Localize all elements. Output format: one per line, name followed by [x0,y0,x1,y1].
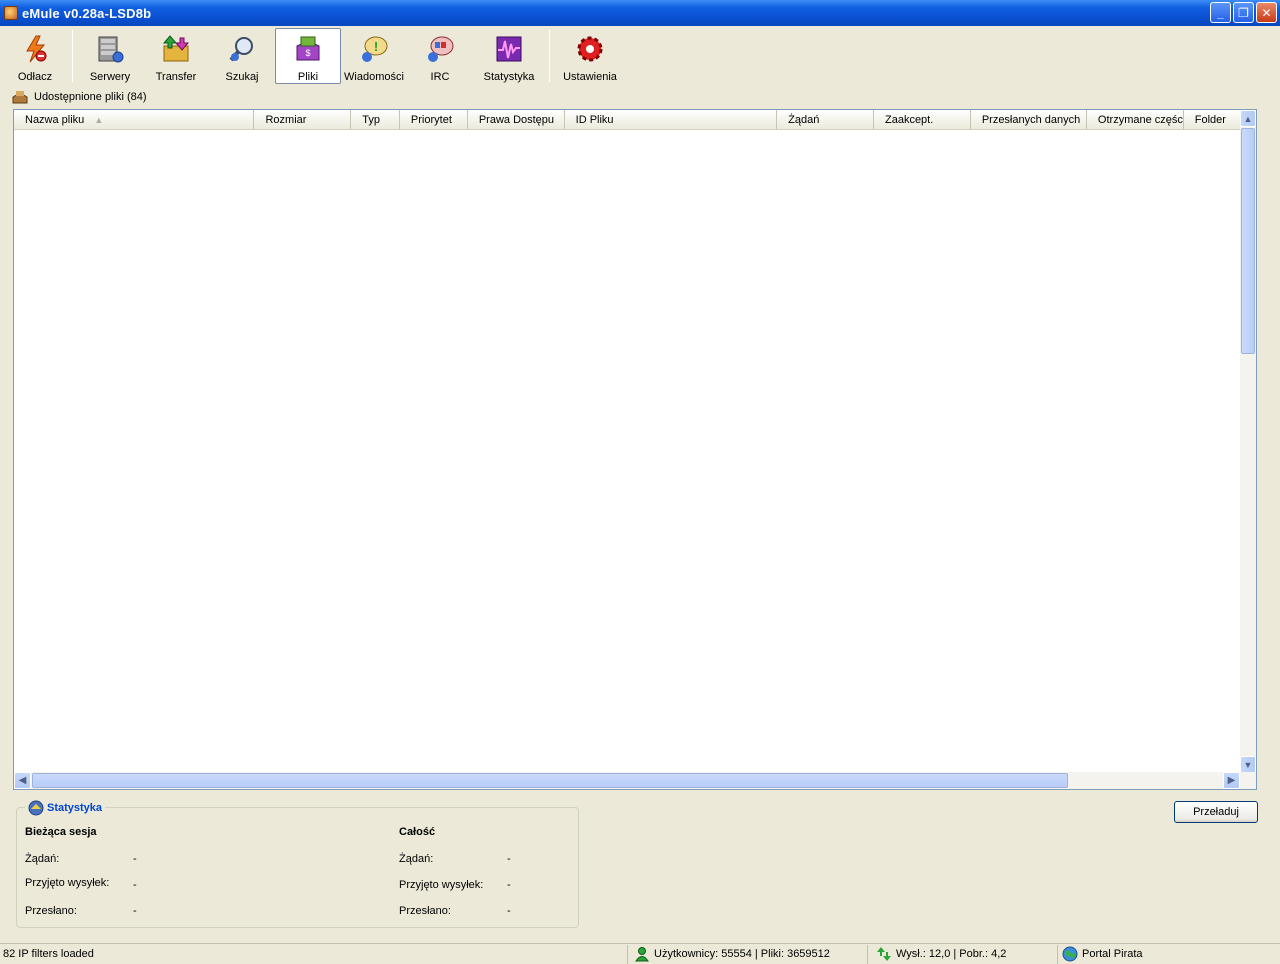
transfer-icon [160,33,192,65]
column-header-permissions[interactable]: Prawa Dostępu [468,110,565,129]
status-users-pane: Użytkownicy: 55554 | Pliki: 3659512 [628,944,868,964]
vertical-scrollbar[interactable]: ▲ ▼ [1240,110,1256,773]
session-transferred-value: - [133,905,137,917]
status-log[interactable]: 82 IP filters loaded [0,944,628,964]
session-heading: Bieżąca sesja [25,826,97,838]
column-header-accepted[interactable]: Zaakcept. [874,110,971,129]
scroll-right-arrow-icon[interactable]: ▶ [1223,772,1240,789]
search-icon [226,33,258,65]
toolbar-separator [549,30,550,82]
vertical-scroll-thumb[interactable] [1241,128,1255,354]
column-header-type[interactable]: Typ [351,110,400,129]
scroll-up-arrow-icon[interactable]: ▲ [1240,110,1256,127]
reload-button[interactable]: Przeładuj [1174,801,1258,823]
toolbar-disconnect-button[interactable]: Odłacz [2,28,68,84]
toolbar-shared-files-button[interactable]: $ Pliki [275,28,341,84]
close-button[interactable]: ✕ [1256,2,1277,23]
column-label: Nazwa pliku [25,114,85,126]
server-globe-icon [1062,946,1078,962]
toolbar-messages-button[interactable]: ! Wiadomości [341,28,407,84]
emule-app-icon [4,6,18,20]
scroll-left-arrow-icon[interactable]: ◀ [14,772,31,789]
toolbar-irc-button[interactable]: IRC [407,28,473,84]
status-server-pane: Portal Pirata [1058,945,1280,964]
toolbar-label: Transfer [155,71,197,83]
statistics-group: Statystyka Bieżąca sesja Żądań: - Przyję… [16,800,579,928]
shared-files-count-label: Udostępnione pliki (84) [34,91,147,103]
toolbar-servers-button[interactable]: Serwery [77,28,143,84]
shared-files-list[interactable]: Nazwa pliku ▲ Rozmiar Typ Priorytet Praw… [13,109,1257,790]
window-title: eMule v0.28a-LSD8b [22,5,152,21]
statistics-small-icon [28,800,44,816]
statistics-title: Statystyka [47,802,103,814]
total-heading: Całość [399,826,436,838]
total-requests-value: - [507,853,511,865]
toolbar-transfer-button[interactable]: Transfer [143,28,209,84]
minimize-button[interactable]: _ [1210,2,1231,23]
toolbar-label: IRC [430,71,450,83]
messages-icon: ! [358,33,390,65]
session-requests-label: Żądań: [25,853,60,865]
statistics-icon [493,33,525,65]
toolbar-search-button[interactable]: Szukaj [209,28,275,84]
status-users-text: Użytkownicy: 55554 | Pliki: 3659512 [654,948,830,960]
column-header-size[interactable]: Rozmiar [254,110,352,129]
toolbar-label: Odłacz [17,71,53,83]
horizontal-scroll-thumb[interactable] [32,773,1068,788]
toolbar-label: Ustawienia [563,71,617,83]
preferences-icon [574,33,606,65]
session-transferred-label: Przesłano: [25,905,77,917]
column-header-requests[interactable]: Żądań [777,110,874,129]
shared-files-heading: Udostępnione pliki (84) [12,89,147,105]
session-accepted-label: Przyjęto wysyłek: [25,877,110,889]
users-icon [634,946,650,962]
sort-ascending-icon: ▲ [94,115,104,125]
column-header-transferred[interactable]: Przesłanych danych [971,110,1087,129]
scroll-down-arrow-icon[interactable]: ▼ [1240,756,1256,773]
column-header-parts[interactable]: Otrzymane części [1087,110,1184,129]
list-body[interactable] [14,130,1242,773]
toolbar-statistics-button[interactable]: Statystyka [473,28,545,84]
svg-text:$: $ [305,48,310,58]
transfer-arrows-icon [876,946,892,962]
toolbar-label: Statystyka [483,71,535,83]
servers-icon [94,33,126,65]
toolbar-label: Serwery [89,71,131,83]
irc-icon [424,33,456,65]
maximize-button[interactable]: ❐ [1233,2,1254,23]
total-requests-label: Żądań: [399,853,434,865]
statistics-legend: Statystyka [25,800,106,816]
toolbar-label: Wiadomości [344,71,404,83]
toolbar-label: Pliki [297,71,319,83]
status-speed-pane: Wysł.: 12,0 | Pobr.: 4,2 [868,944,1058,964]
svg-text:!: ! [374,39,378,54]
column-header-folder[interactable]: Folder [1184,110,1242,129]
column-header-priority[interactable]: Priorytet [400,110,468,129]
status-bar: 82 IP filters loaded Użytkownicy: 55554 … [0,943,1280,964]
total-transferred-value: - [507,905,511,917]
total-accepted-label: Przyjęto wysyłek: [399,879,484,891]
toolbar-separator [72,30,73,82]
title-bar: eMule v0.28a-LSD8b _ ❐ ✕ [0,0,1280,26]
list-header: Nazwa pliku ▲ Rozmiar Typ Priorytet Praw… [14,110,1242,130]
column-header-file-id[interactable]: ID Pliku [565,110,778,129]
session-accepted-value: - [133,879,137,891]
column-header-filename[interactable]: Nazwa pliku ▲ [14,110,255,129]
status-server-text: Portal Pirata [1082,948,1143,960]
total-accepted-value: - [507,879,511,891]
total-transferred-label: Przesłano: [399,905,451,917]
disconnect-icon [19,33,51,65]
shared-files-icon: $ [292,33,324,65]
toolbar-preferences-button[interactable]: Ustawienia [554,28,626,84]
session-requests-value: - [133,853,137,865]
main-toolbar: Odłacz Serwery Transfer Szukaj $ Pliki !… [0,26,1280,84]
horizontal-scrollbar[interactable]: ◀ ▶ [14,772,1256,789]
toolbar-label: Szukaj [225,71,259,83]
shared-files-small-icon [12,89,28,105]
status-speed-text: Wysł.: 12,0 | Pobr.: 4,2 [896,948,1007,960]
